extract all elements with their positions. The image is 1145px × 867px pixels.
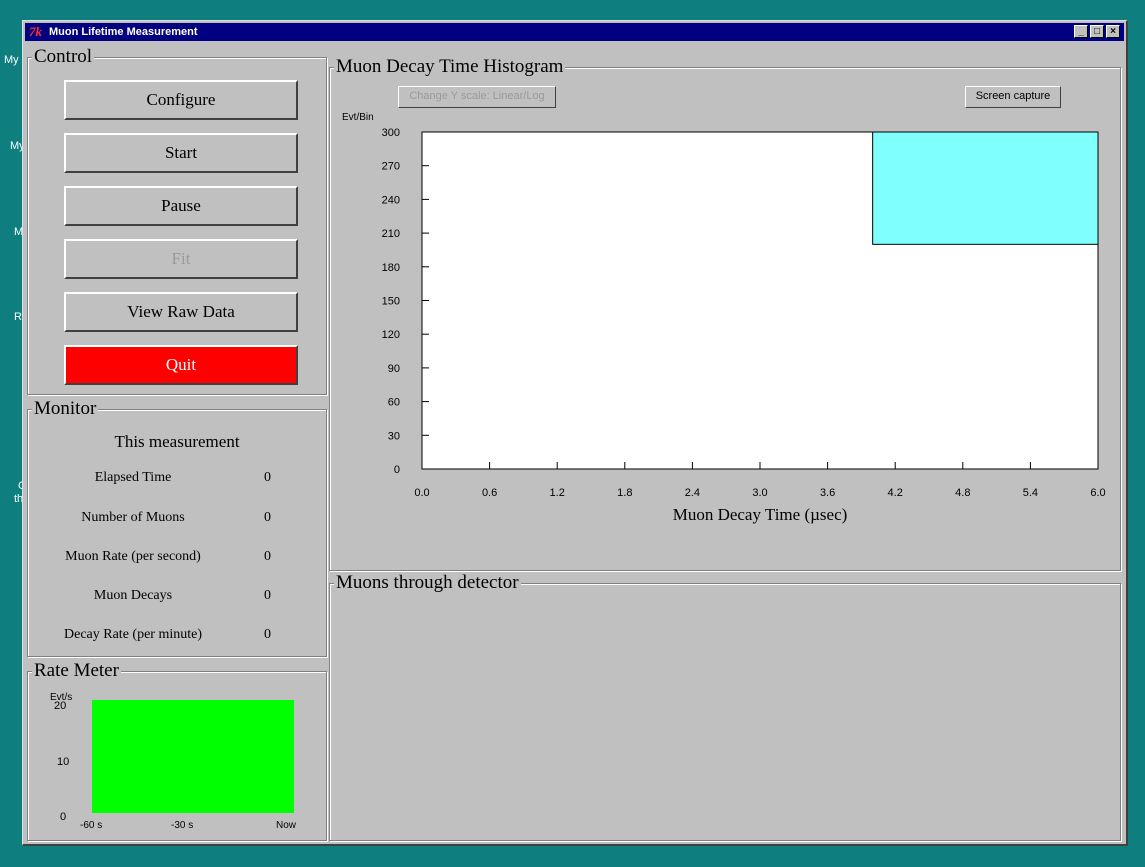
histogram-y-unit: Evt/Bin — [342, 112, 374, 123]
histogram-title: Muon Decay Time Histogram — [334, 56, 566, 77]
window-title: Muon Lifetime Measurement — [49, 26, 198, 38]
y-tick-label: 300 — [382, 127, 400, 139]
quit-button[interactable]: Quit — [64, 345, 298, 385]
screen-capture-button[interactable]: Screen capture — [965, 86, 1061, 108]
y-tick-label: 210 — [382, 228, 400, 240]
monitor-label: Elapsed Time — [94, 470, 172, 485]
title-bar[interactable]: 7k Muon Lifetime Measurement _ □ × — [25, 23, 1124, 41]
x-tick-label: 4.2 — [888, 487, 903, 499]
rate-meter-x-tick: Now — [276, 820, 297, 831]
y-tick-label: 240 — [382, 194, 400, 206]
monitor-row: Muon Decays 0 — [28, 588, 326, 608]
y-tick-label: 0 — [394, 464, 400, 476]
x-axis-label: Muon Decay Time (µsec) — [673, 505, 848, 524]
control-group-title: Control — [32, 46, 95, 67]
y-tick-label: 120 — [382, 329, 400, 341]
monitor-label: Decay Rate (per minute) — [64, 627, 202, 642]
rate-meter-y-tick: 0 — [60, 811, 66, 823]
monitor-label: Muon Decays — [93, 588, 173, 603]
rate-meter-plot: Evt/s 20 10 0 -60 s -30 s Now — [50, 692, 297, 831]
monitor-value: 0 — [264, 470, 271, 485]
control-group: Control Configure Start Pause Fit View R… — [27, 47, 327, 395]
x-tick-label: 4.8 — [955, 487, 970, 499]
monitor-group-title: Monitor — [32, 398, 99, 419]
maximize-button[interactable]: □ — [1090, 25, 1104, 38]
rate-meter-x-tick: -60 s — [80, 820, 102, 831]
view-raw-data-button[interactable]: View Raw Data — [64, 292, 298, 332]
rate-meter-x-tick: -30 s — [171, 820, 193, 831]
y-tick-label: 150 — [382, 296, 400, 308]
histogram-group: Muon Decay Time Histogram Change Y scale… — [329, 57, 1121, 571]
detector-group: Muons through detector — [329, 573, 1121, 841]
desktop-icon-label[interactable]: My — [4, 54, 19, 66]
tk-feather-icon: 7k — [29, 24, 42, 39]
monitor-value: 0 — [264, 588, 271, 603]
monitor-heading: This measurement — [114, 432, 240, 451]
x-tick-label: 1.2 — [550, 487, 565, 499]
desktop-icon-label[interactable]: R — [14, 311, 22, 323]
y-tick-label: 60 — [388, 397, 400, 409]
monitor-row: Muon Rate (per second) 0 — [28, 549, 326, 569]
histogram-bars — [872, 131, 1099, 245]
x-tick-label: 3.6 — [820, 487, 835, 499]
fit-button[interactable]: Fit — [64, 239, 298, 279]
y-tick-label: 180 — [382, 262, 400, 274]
y-tick-label: 90 — [388, 363, 400, 375]
configure-button[interactable]: Configure — [64, 80, 298, 120]
histogram-plot: Evt/Bin 3002702402101801501209060300 0.0… — [342, 112, 1106, 524]
monitor-row: Decay Rate (per minute) 0 — [28, 627, 326, 647]
y-tick-label: 30 — [388, 430, 400, 442]
x-tick-label: 0.0 — [414, 487, 429, 499]
rate-meter-group: Rate Meter Evt/s 20 10 0 -60 s -30 s Now — [27, 661, 327, 841]
close-button[interactable]: × — [1106, 25, 1120, 38]
histogram-bar — [872, 131, 1099, 245]
monitor-value: 0 — [264, 549, 271, 564]
minimize-button[interactable]: _ — [1074, 25, 1088, 38]
rate-meter-y-tick: 20 — [54, 700, 66, 712]
x-tick-label: 1.8 — [617, 487, 632, 499]
x-tick-label: 6.0 — [1090, 487, 1105, 499]
x-tick-label: 0.6 — [482, 487, 497, 499]
change-y-scale-button[interactable]: Change Y scale: Linear/Log — [398, 86, 556, 108]
pause-button[interactable]: Pause — [64, 186, 298, 226]
y-tick-label: 270 — [382, 161, 400, 173]
monitor-value: 0 — [264, 627, 271, 642]
app-window: 7k Muon Lifetime Measurement _ □ × Contr… — [22, 20, 1128, 846]
x-tick-label: 5.4 — [1023, 487, 1038, 499]
x-tick-label: 2.4 — [685, 487, 700, 499]
x-tick-label: 3.0 — [752, 487, 767, 499]
monitor-label: Number of Muons — [81, 510, 185, 525]
monitor-value: 0 — [264, 510, 271, 525]
detector-title: Muons through detector — [334, 572, 521, 593]
rate-meter-fill — [92, 700, 294, 813]
monitor-label: Muon Rate (per second) — [65, 549, 201, 564]
start-button[interactable]: Start — [64, 133, 298, 173]
monitor-row: Elapsed Time 0 — [28, 470, 326, 490]
monitor-row: Number of Muons 0 — [28, 510, 326, 530]
monitor-group: Monitor This measurement Elapsed Time 0 … — [27, 399, 327, 657]
rate-meter-y-tick: 10 — [57, 756, 69, 768]
